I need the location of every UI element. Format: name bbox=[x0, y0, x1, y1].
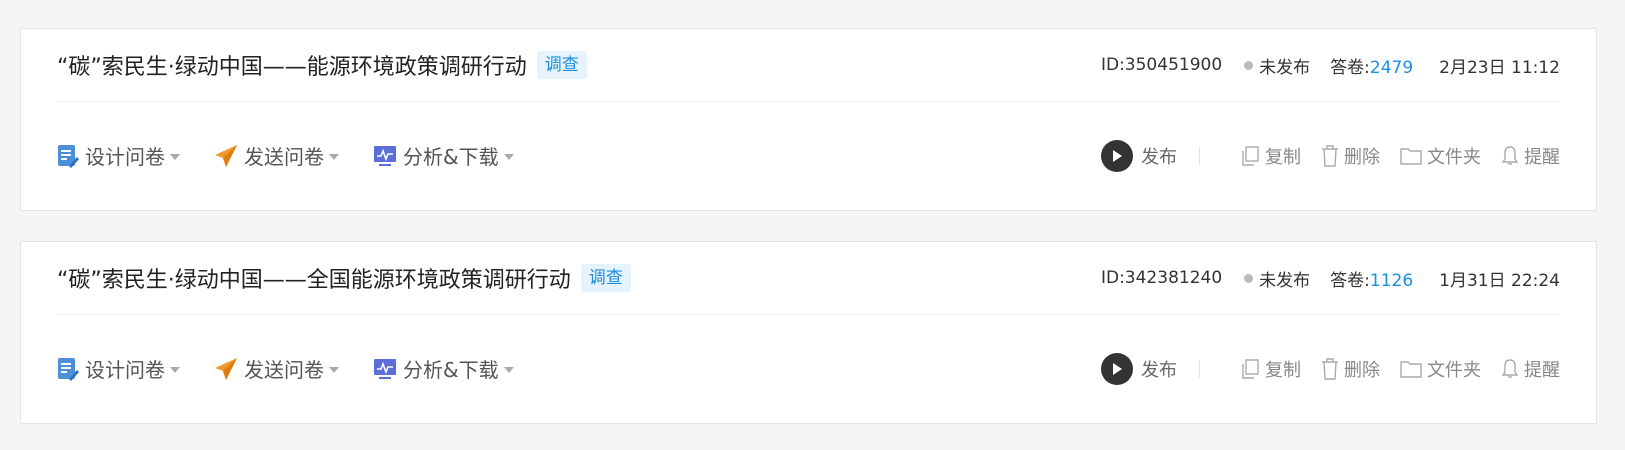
copy-label: 复制 bbox=[1265, 146, 1301, 168]
delete-label: 删除 bbox=[1344, 146, 1380, 168]
delete-button[interactable]: 删除 bbox=[1321, 143, 1380, 169]
copy-icon bbox=[1240, 145, 1260, 167]
bell-icon bbox=[1501, 358, 1519, 380]
survey-title[interactable]: “碳”索民生·绿动中国——全国能源环境政策调研行动 bbox=[57, 262, 571, 294]
status-dot-icon bbox=[1244, 273, 1254, 283]
send-survey-label: 发送问卷 bbox=[244, 145, 324, 169]
design-survey-button[interactable]: 设计问卷 bbox=[57, 354, 180, 383]
survey-id: ID:350451900 bbox=[1100, 55, 1223, 75]
bell-icon bbox=[1501, 145, 1519, 167]
design-survey-label: 设计问卷 bbox=[85, 358, 165, 382]
delete-button[interactable]: 删除 bbox=[1321, 356, 1380, 382]
survey-card: “碳”索民生·绿动中国——能源环境政策调研行动 调查 ID:350451900 … bbox=[20, 28, 1597, 211]
paper-plane-icon bbox=[214, 144, 238, 168]
publish-button[interactable]: 发布 bbox=[1101, 352, 1177, 385]
send-survey-button[interactable]: 发送问卷 bbox=[214, 141, 339, 170]
answers-label: 答卷: bbox=[1330, 270, 1370, 291]
chevron-down-icon bbox=[503, 153, 514, 160]
divider bbox=[1199, 146, 1200, 165]
answers-label: 答卷: bbox=[1330, 57, 1370, 78]
survey-header: “碳”索民生·绿动中国——能源环境政策调研行动 调查 ID:350451900 … bbox=[57, 29, 1560, 102]
status-dot-icon bbox=[1244, 60, 1254, 70]
status-text: 未发布 bbox=[1259, 270, 1311, 291]
survey-actions: 设计问卷 发送问卷 分析&下载 发布 复制 删除 文件夹 提醒 bbox=[57, 314, 1560, 423]
folder-label: 文件夹 bbox=[1427, 146, 1481, 168]
remind-button[interactable]: 提醒 bbox=[1501, 143, 1560, 169]
survey-title[interactable]: “碳”索民生·绿动中国——能源环境政策调研行动 bbox=[57, 49, 527, 81]
play-icon bbox=[1101, 352, 1133, 385]
folder-button[interactable]: 文件夹 bbox=[1400, 356, 1481, 382]
trash-icon bbox=[1321, 144, 1339, 167]
answers-count-link[interactable]: 1126 bbox=[1370, 271, 1413, 291]
folder-button[interactable]: 文件夹 bbox=[1400, 143, 1481, 169]
copy-label: 复制 bbox=[1265, 359, 1301, 381]
chevron-down-icon bbox=[329, 153, 339, 160]
remind-label: 提醒 bbox=[1524, 359, 1560, 381]
remind-label: 提醒 bbox=[1524, 146, 1560, 168]
survey-right-actions: 发布 复制 删除 文件夹 提醒 bbox=[1101, 352, 1560, 385]
answers-count: 答卷:1126 bbox=[1330, 266, 1413, 291]
paper-plane-icon bbox=[214, 357, 238, 381]
chart-monitor-icon bbox=[373, 145, 397, 167]
status-text: 未发布 bbox=[1259, 57, 1311, 78]
chevron-down-icon bbox=[329, 366, 339, 373]
design-survey-button[interactable]: 设计问卷 bbox=[57, 141, 180, 170]
chevron-down-icon bbox=[503, 366, 514, 373]
analyze-download-label: 分析&下载 bbox=[403, 358, 499, 382]
status-badge: 未发布 bbox=[1244, 53, 1310, 78]
play-icon bbox=[1101, 139, 1133, 172]
copy-icon bbox=[1240, 358, 1260, 380]
survey-type-tag: 调查 bbox=[536, 51, 587, 79]
divider bbox=[1199, 359, 1200, 378]
chevron-down-icon bbox=[170, 153, 180, 160]
survey-right-actions: 发布 复制 删除 文件夹 提醒 bbox=[1101, 139, 1560, 172]
answers-count: 答卷:2479 bbox=[1330, 53, 1413, 78]
edit-document-icon bbox=[57, 144, 79, 168]
survey-datetime: 2月23日 11:12 bbox=[1439, 57, 1560, 78]
survey-type-tag: 调查 bbox=[580, 264, 631, 292]
design-survey-label: 设计问卷 bbox=[85, 145, 165, 169]
survey-actions: 设计问卷 发送问卷 分析&下载 发布 复制 删除 文件夹 提醒 bbox=[57, 101, 1560, 210]
analyze-download-button[interactable]: 分析&下载 bbox=[373, 141, 514, 170]
copy-button[interactable]: 复制 bbox=[1240, 356, 1301, 382]
folder-icon bbox=[1400, 360, 1422, 378]
publish-label: 发布 bbox=[1141, 146, 1177, 168]
edit-document-icon bbox=[57, 357, 79, 381]
survey-datetime: 1月31日 22:24 bbox=[1439, 270, 1560, 291]
publish-button[interactable]: 发布 bbox=[1101, 139, 1177, 172]
trash-icon bbox=[1321, 357, 1339, 380]
send-survey-button[interactable]: 发送问卷 bbox=[214, 354, 339, 383]
publish-label: 发布 bbox=[1141, 359, 1177, 381]
survey-id: ID:342381240 bbox=[1100, 268, 1223, 288]
survey-meta: ID:350451900 未发布 答卷:2479 2月23日 11:12 bbox=[1101, 53, 1560, 78]
copy-button[interactable]: 复制 bbox=[1240, 143, 1301, 169]
status-badge: 未发布 bbox=[1244, 266, 1310, 291]
survey-card: “碳”索民生·绿动中国——全国能源环境政策调研行动 调查 ID:34238124… bbox=[20, 241, 1597, 424]
survey-meta: ID:342381240 未发布 答卷:1126 1月31日 22:24 bbox=[1101, 266, 1560, 291]
chevron-down-icon bbox=[170, 366, 180, 373]
folder-label: 文件夹 bbox=[1427, 359, 1481, 381]
answers-count-link[interactable]: 2479 bbox=[1370, 58, 1413, 78]
send-survey-label: 发送问卷 bbox=[244, 358, 324, 382]
analyze-download-label: 分析&下载 bbox=[403, 145, 499, 169]
survey-header: “碳”索民生·绿动中国——全国能源环境政策调研行动 调查 ID:34238124… bbox=[57, 242, 1560, 315]
folder-icon bbox=[1400, 147, 1422, 165]
analyze-download-button[interactable]: 分析&下载 bbox=[373, 354, 514, 383]
chart-monitor-icon bbox=[373, 358, 397, 380]
remind-button[interactable]: 提醒 bbox=[1501, 356, 1560, 382]
delete-label: 删除 bbox=[1344, 359, 1380, 381]
